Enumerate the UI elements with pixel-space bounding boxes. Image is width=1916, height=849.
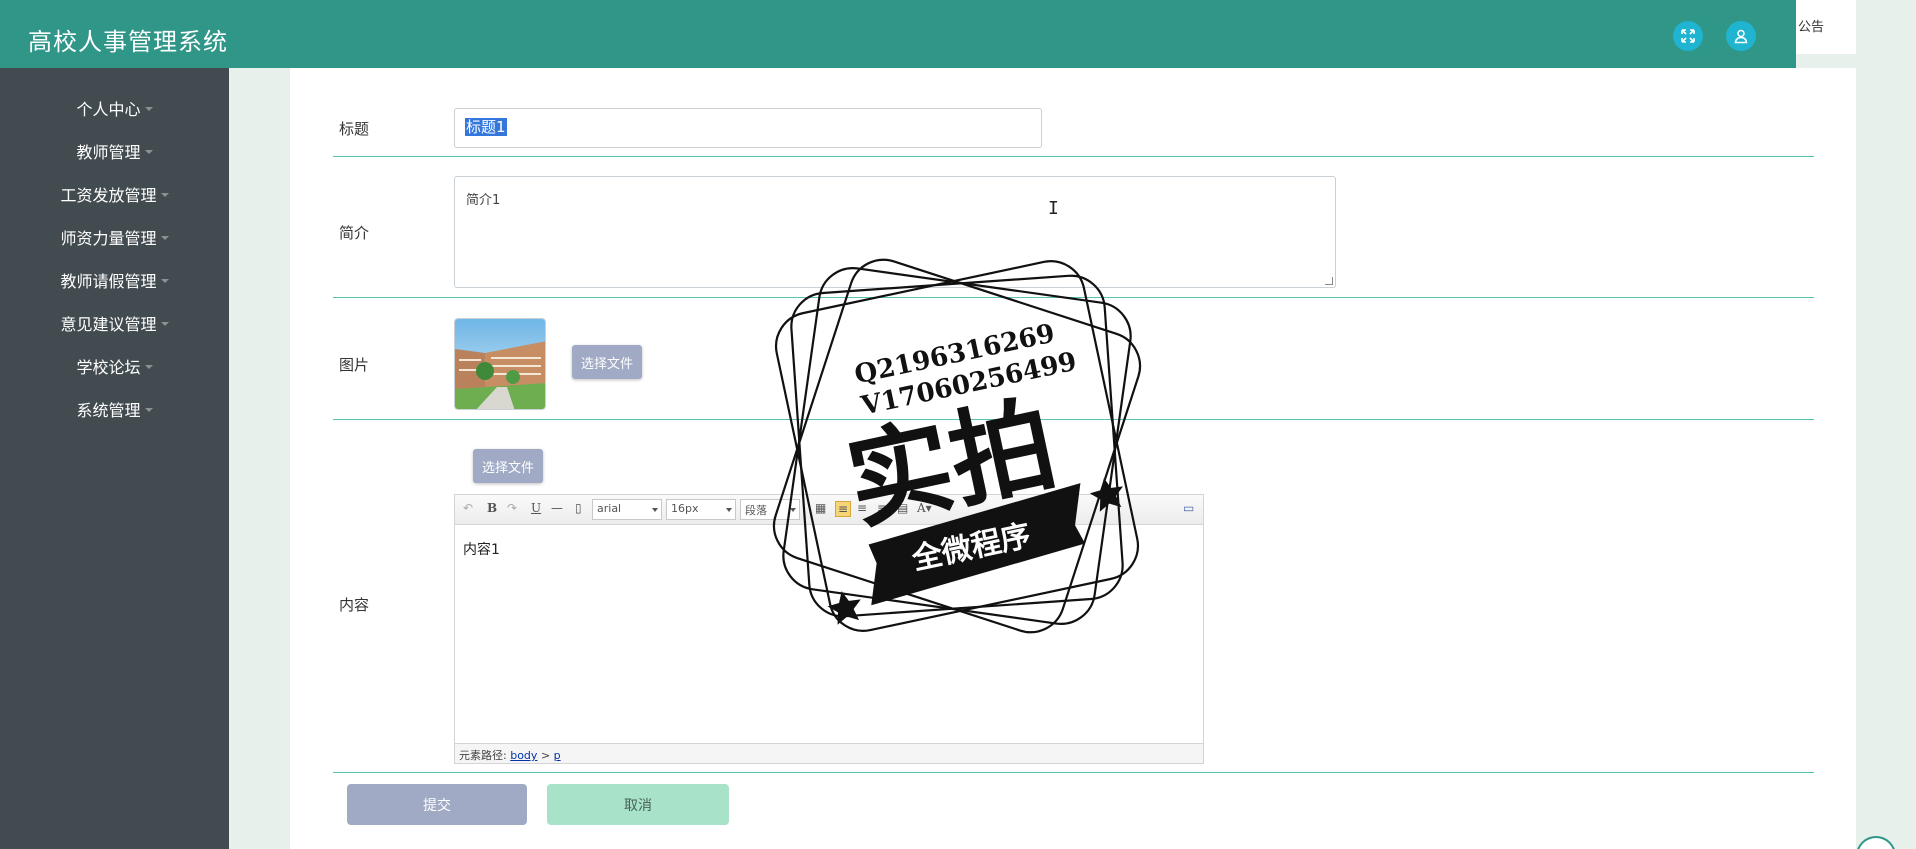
user-icon xyxy=(1734,29,1748,44)
table-icon[interactable]: ▦ xyxy=(815,501,826,515)
title-label: 标题 xyxy=(339,120,370,138)
intro-value: 简介1 xyxy=(466,193,501,208)
underline-icon[interactable]: U xyxy=(531,501,541,515)
resize-handle[interactable] xyxy=(1325,277,1333,285)
submit-button[interactable]: 提交 xyxy=(347,784,527,825)
notice-tab[interactable]: 公告 xyxy=(1796,0,1856,54)
fullscreen-icon xyxy=(1681,29,1695,43)
caret-down-icon xyxy=(144,407,153,412)
font-size-select[interactable]: 16px xyxy=(666,499,736,520)
title-input[interactable]: 标题1 xyxy=(454,108,1042,148)
paragraph-select[interactable]: 段落 xyxy=(740,499,800,520)
submit-label: 提交 xyxy=(423,797,451,814)
paste-icon[interactable]: ▯ xyxy=(575,501,582,515)
font-size-value: 16px xyxy=(671,502,699,515)
paragraph-value: 段落 xyxy=(745,504,767,517)
notice-tab-label: 公告 xyxy=(1798,20,1825,35)
sidebar-item-leave[interactable]: 教师请假管理 xyxy=(0,258,229,301)
caret-down-icon xyxy=(144,106,153,111)
sidebar-item-label: 个人中心 xyxy=(76,99,141,119)
editor-content[interactable]: 内容1 xyxy=(463,539,500,559)
caret-down-icon xyxy=(144,149,153,154)
editor-toolbar: ↶ B ↷ U — ▯ arial 16px 段落 ▦ ≡ ≡ ≡ ▤ A▾ ▭ xyxy=(455,495,1203,525)
sidebar-item-salary[interactable]: 工资发放管理 xyxy=(0,172,229,215)
sidebar-item-label: 意见建议管理 xyxy=(60,314,157,334)
sidebar-item-system[interactable]: 系统管理 xyxy=(0,387,229,430)
sidebar-item-label: 教师请假管理 xyxy=(60,271,157,291)
form-panel: 标题 标题1 简介 简介1 I 图片 选择文件 内容 选择文件 ↶ B ↷ U … xyxy=(290,68,1856,849)
cancel-button[interactable]: 取消 xyxy=(547,784,729,825)
text-cursor-icon: I xyxy=(1048,198,1059,219)
user-button[interactable] xyxy=(1726,21,1756,51)
align-right-icon[interactable]: ≡ xyxy=(877,501,887,515)
sidebar: 个人中心 教师管理 工资发放管理 师资力量管理 教师请假管理 意见建议管理 学校… xyxy=(0,68,229,849)
top-header: 高校人事管理系统 xyxy=(0,0,1796,68)
content-label: 内容 xyxy=(339,596,370,614)
title-value: 标题1 xyxy=(465,118,507,136)
campus-photo-icon xyxy=(455,319,545,409)
element-path-bar: 元素路径: body > p xyxy=(455,743,1203,763)
caret-down-icon xyxy=(160,278,169,283)
image-thumbnail xyxy=(454,318,546,410)
redo-icon[interactable]: ↷ xyxy=(507,501,517,515)
help-float-button[interactable] xyxy=(1856,836,1896,849)
undo-icon[interactable]: ↶ xyxy=(463,501,473,515)
content-choose-file-button[interactable]: 选择文件 xyxy=(473,449,544,483)
sidebar-item-label: 工资发放管理 xyxy=(60,185,157,205)
sidebar-item-label: 学校论坛 xyxy=(76,357,141,377)
sidebar-item-suggestions[interactable]: 意见建议管理 xyxy=(0,301,229,344)
image-choose-file-button[interactable]: 选择文件 xyxy=(572,345,643,379)
element-path-prefix: 元素路径: xyxy=(459,749,507,762)
caret-down-icon xyxy=(160,235,169,240)
font-family-value: arial xyxy=(597,502,622,515)
sidebar-item-forum[interactable]: 学校论坛 xyxy=(0,344,229,387)
sidebar-item-label: 系统管理 xyxy=(76,400,141,420)
caret-down-icon xyxy=(160,321,169,326)
intro-textarea[interactable]: 简介1 xyxy=(454,176,1336,288)
image-choose-file-label: 选择文件 xyxy=(581,356,634,372)
sidebar-item-label: 师资力量管理 xyxy=(60,228,157,248)
fullscreen-button[interactable] xyxy=(1673,21,1703,51)
caret-down-icon xyxy=(144,364,153,369)
justify-icon[interactable]: ▤ xyxy=(897,501,908,515)
element-path-sep: > xyxy=(540,749,551,762)
sidebar-item-label: 教师管理 xyxy=(76,142,141,162)
fullscreen-editor-icon[interactable]: ▭ xyxy=(1183,501,1194,515)
app-title: 高校人事管理系统 xyxy=(28,28,228,56)
align-left-icon[interactable]: ≡ xyxy=(835,501,852,517)
bold-icon[interactable]: B xyxy=(487,501,497,515)
caret-down-icon xyxy=(160,192,169,197)
image-label: 图片 xyxy=(339,356,370,374)
element-path-body[interactable]: body xyxy=(510,749,537,762)
font-color-icon[interactable]: A▾ xyxy=(917,501,932,515)
rich-text-editor[interactable]: ↶ B ↷ U — ▯ arial 16px 段落 ▦ ≡ ≡ ≡ ▤ A▾ ▭… xyxy=(454,494,1204,764)
element-path-p[interactable]: p xyxy=(554,749,561,762)
intro-label: 简介 xyxy=(339,224,370,242)
align-center-icon[interactable]: ≡ xyxy=(857,501,867,515)
sidebar-item-teachers[interactable]: 教师管理 xyxy=(0,129,229,172)
sidebar-item-faculty[interactable]: 师资力量管理 xyxy=(0,215,229,258)
font-family-select[interactable]: arial xyxy=(592,499,662,520)
form-row-image: 图片 xyxy=(333,298,1814,420)
sidebar-item-profile[interactable]: 个人中心 xyxy=(0,86,229,129)
content-choose-file-label: 选择文件 xyxy=(482,460,535,476)
cancel-label: 取消 xyxy=(624,797,652,814)
horizontal-rule-icon[interactable]: — xyxy=(551,501,563,515)
